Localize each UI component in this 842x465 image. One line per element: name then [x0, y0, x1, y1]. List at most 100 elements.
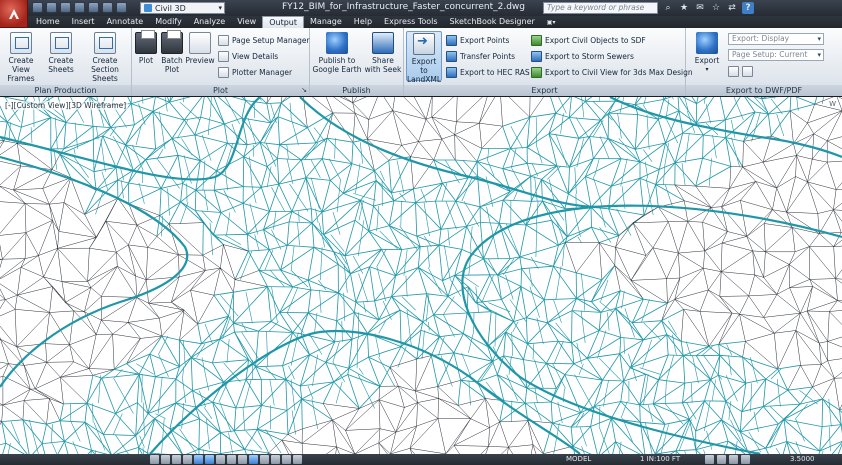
mesh-edge [338, 273, 351, 293]
create-view-frames-button[interactable]: Create View Frames [3, 32, 39, 83]
mesh-edge [1, 405, 4, 422]
mesh-edge [480, 446, 489, 454]
preview-dwf-icon[interactable] [728, 65, 739, 77]
mesh-edge [568, 97, 572, 118]
application-menu-button[interactable] [0, 0, 28, 28]
export-display-dropdown[interactable]: Export: Display ▾ [728, 33, 824, 45]
export-civil-objects-sdf-button[interactable]: Export Civil Objects to SDF [531, 33, 646, 47]
viewcube[interactable]: W [804, 100, 836, 112]
export-to-storm-sewers-button[interactable]: Export to Storm Sewers [531, 49, 634, 63]
mesh-edge [88, 368, 94, 376]
object-snap-icon[interactable] [205, 455, 214, 464]
mesh-edge [639, 403, 654, 406]
mesh-edge [125, 144, 134, 171]
save-icon[interactable] [60, 2, 71, 13]
exchange-icon[interactable]: ⇄ [726, 2, 738, 14]
plotter-manager-button[interactable]: Plotter Manager [218, 65, 292, 79]
quick-properties-icon[interactable] [282, 455, 291, 464]
lock-icon[interactable] [729, 455, 738, 464]
tab-express-tools[interactable]: Express Tools [378, 16, 444, 28]
dialog-launcher-icon[interactable]: ↘ [301, 85, 307, 96]
tab-output[interactable]: Output [262, 16, 305, 28]
tab-help[interactable]: Help [348, 16, 378, 28]
tab-modify[interactable]: Modify [149, 16, 188, 28]
mesh-edge [200, 142, 228, 162]
mesh-edge [368, 110, 393, 120]
ribbon-minimize-button[interactable]: ▣▾ [541, 16, 562, 28]
tab-view[interactable]: View [231, 16, 262, 28]
dynamic-ucs-icon[interactable] [238, 455, 247, 464]
export-to-landxml-button[interactable]: Export to LandXML [406, 31, 442, 84]
communication-center-icon[interactable]: ✉ [694, 2, 706, 14]
dwf-options-icon[interactable] [742, 65, 753, 77]
help-button[interactable]: ? [742, 2, 754, 14]
undo-icon[interactable] [88, 2, 99, 13]
new-icon[interactable] [32, 2, 43, 13]
ortho-mode-icon[interactable] [183, 455, 192, 464]
model-space-button[interactable]: MODEL [566, 455, 591, 463]
snap-mode-icon[interactable] [161, 455, 170, 464]
view-details-button[interactable]: View Details [218, 49, 278, 63]
save-as-icon[interactable] [74, 2, 85, 13]
mesh-edge [115, 447, 139, 454]
workspace-switching-icon[interactable] [717, 455, 726, 464]
create-sheets-button[interactable]: Create Sheets [44, 32, 78, 74]
mesh-edge [615, 235, 620, 248]
favorites-icon[interactable]: ☆ [710, 2, 722, 14]
open-icon[interactable] [46, 2, 57, 13]
grid-display-icon[interactable] [172, 455, 181, 464]
tab-analyze[interactable]: Analyze [188, 16, 232, 28]
plot-button[interactable]: Plot [134, 30, 158, 65]
mesh-edge [658, 355, 684, 380]
search-icon[interactable]: ⌕ [662, 2, 674, 14]
tab-annotate[interactable]: Annotate [101, 16, 150, 28]
mesh-edge [198, 448, 221, 454]
plot-icon[interactable] [116, 2, 127, 13]
quick-access-toolbar [32, 2, 127, 13]
drawing-viewport[interactable] [0, 97, 842, 454]
batch-plot-button[interactable]: Batch Plot [159, 30, 185, 74]
tab-insert[interactable]: Insert [66, 16, 101, 28]
tab-manage[interactable]: Manage [304, 16, 348, 28]
subscription-icon[interactable]: ★ [678, 2, 690, 14]
object-snap-tracking-icon[interactable] [227, 455, 236, 464]
mesh-edge [379, 367, 391, 387]
infer-constraints-icon[interactable] [150, 455, 159, 464]
export-civil-view-3ds-max-button[interactable]: Export to Civil View for 3ds Max Design [531, 65, 693, 79]
search-input[interactable]: Type a keyword or phrase [543, 2, 658, 14]
mesh-edge [795, 313, 801, 331]
dynamic-input-icon[interactable] [249, 455, 258, 464]
annotation-scale[interactable]: 1 IN:100 FT [640, 455, 680, 463]
mesh-edge [263, 211, 293, 230]
page-setup-dropdown[interactable]: Page Setup: Current ▾ [728, 49, 824, 61]
mesh-edge [643, 298, 668, 304]
mesh-edge [5, 299, 16, 310]
export-points-button[interactable]: Export Points [446, 33, 509, 47]
tab-sketchbook-designer[interactable]: SketchBook Designer [444, 16, 541, 28]
publish-to-google-earth-button[interactable]: Publish to Google Earth [312, 32, 362, 74]
isolate-objects-icon[interactable] [741, 455, 750, 464]
selection-cycling-icon[interactable] [293, 455, 302, 464]
workspace-dropdown[interactable]: Civil 3D ▾ [140, 2, 225, 14]
annotation-visibility-icon[interactable] [705, 455, 714, 464]
mesh-edge [480, 222, 500, 224]
page-setup-manager-button[interactable]: Page Setup Manager [218, 33, 310, 47]
lineweight-icon[interactable] [260, 455, 269, 464]
tab-home[interactable]: Home [30, 16, 66, 28]
transfer-points-button[interactable]: Transfer Points [446, 49, 515, 63]
mesh-edge [142, 402, 145, 436]
create-section-sheets-button[interactable]: Create Section Sheets [80, 32, 130, 83]
transparency-icon[interactable] [271, 455, 280, 464]
mesh-edge [286, 221, 290, 246]
redo-icon[interactable] [102, 2, 113, 13]
share-with-seek-button[interactable]: Share with Seek [364, 32, 402, 74]
mesh-edge [632, 320, 662, 324]
3d-object-snap-icon[interactable] [216, 455, 225, 464]
preview-button[interactable]: Preview [185, 32, 215, 65]
export-to-hec-ras-button[interactable]: Export to HEC RAS [446, 65, 530, 79]
export-dwf-button[interactable]: Export ▾ [692, 32, 722, 74]
mesh-edge [305, 177, 331, 181]
mesh-edge [92, 139, 95, 172]
polar-tracking-icon[interactable] [194, 455, 203, 464]
viewport-controls-label[interactable]: [-][Custom View][3D Wireframe] [3, 101, 129, 110]
